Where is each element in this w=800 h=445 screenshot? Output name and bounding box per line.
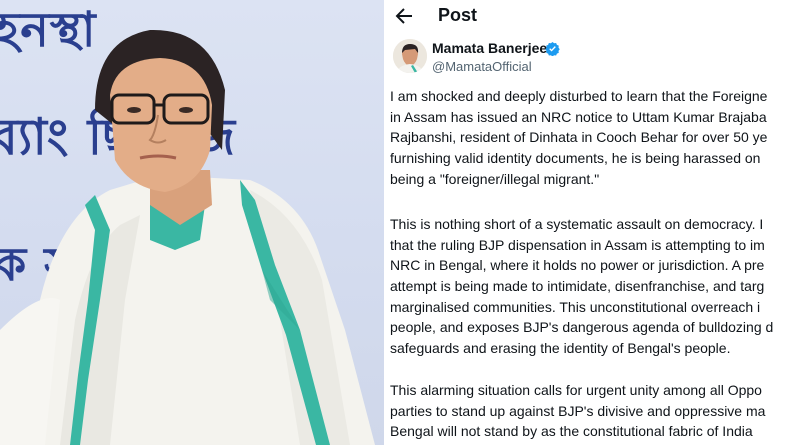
post-header: Post bbox=[388, 0, 800, 32]
post-line: people, and exposes BJP's dangerous agen… bbox=[390, 319, 774, 336]
arrow-left-icon[interactable] bbox=[392, 4, 416, 28]
post-line: I am shocked and deeply disturbed to lea… bbox=[390, 88, 768, 104]
post-line: safeguards and erasing the identity of B… bbox=[390, 340, 731, 357]
post-line: in Assam has issued an NRC notice to Utt… bbox=[390, 108, 767, 125]
post-line: furnishing valid identity documents, he … bbox=[390, 150, 761, 167]
post-line: that the ruling BJP dispensation in Assa… bbox=[390, 236, 765, 253]
post-line: NRC in Bengal, where it holds no power o… bbox=[390, 257, 765, 274]
portrait-figure bbox=[0, 29, 375, 445]
news-photo: হনস্থা ব্যাং ছিত জ ক স bbox=[0, 0, 384, 445]
post-line: This is nothing short of a systematic as… bbox=[390, 216, 764, 232]
post-line: Rajbanshi, resident of Dinhata in Cooch … bbox=[390, 129, 768, 146]
post-line: marginalised communities. This unconstit… bbox=[390, 298, 761, 315]
post-line: being a "foreigner/illegal migrant." bbox=[390, 170, 600, 187]
post-line: parties to stand up against BJP's divisi… bbox=[390, 402, 766, 419]
post-line: attempt is being made to intimidate, dis… bbox=[390, 278, 765, 295]
post-line: This alarming situation calls for urgent… bbox=[390, 382, 762, 398]
avatar[interactable] bbox=[393, 39, 427, 73]
post-paragraph-1: I am shocked and deeply disturbed to lea… bbox=[390, 86, 800, 189]
page-title: Post bbox=[438, 5, 478, 25]
post-panel: Post Mamata Banerjee @MamataOfficial I a… bbox=[388, 0, 800, 445]
post-line: Bengal will not stand by as the constitu… bbox=[390, 423, 753, 440]
post-paragraph-3: This alarming situation calls for urgent… bbox=[390, 380, 800, 442]
post-paragraph-2: This is nothing short of a systematic as… bbox=[390, 214, 800, 359]
author-handle[interactable]: @MamataOfficial bbox=[432, 59, 532, 74]
author-name[interactable]: Mamata Banerjee bbox=[432, 40, 547, 56]
verified-badge-icon bbox=[545, 41, 560, 56]
